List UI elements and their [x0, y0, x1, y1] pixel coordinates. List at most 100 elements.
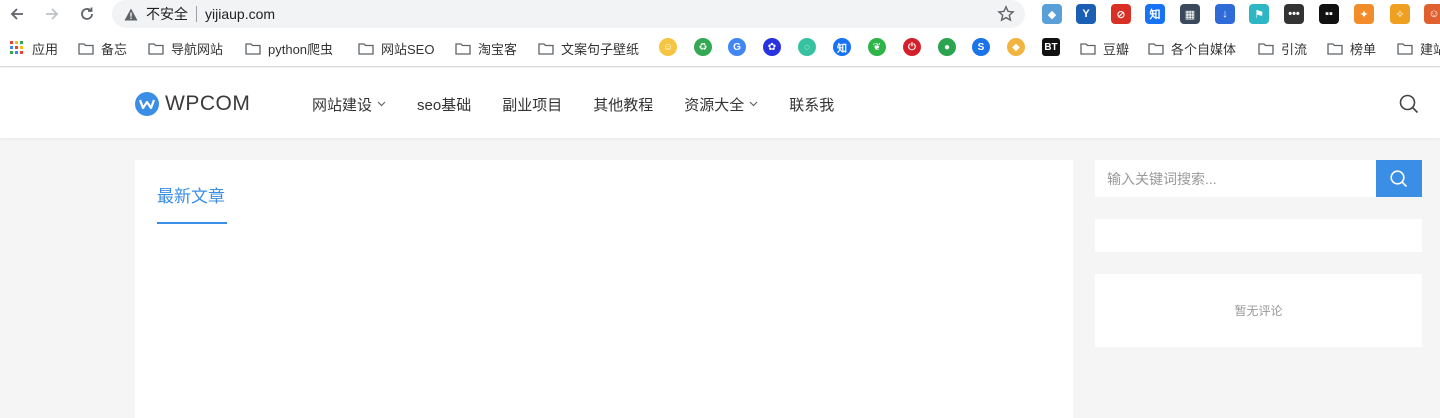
- back-arrow-icon: [10, 8, 23, 20]
- diamond-extension-icon[interactable]: ◆: [1042, 4, 1062, 24]
- tab-extension-icon[interactable]: ▪▪: [1319, 4, 1339, 24]
- bookmark-label: 各个自媒体: [1171, 41, 1237, 57]
- bookmark-folder-seo[interactable]: 网站SEO: [358, 38, 434, 58]
- folder-icon: [358, 41, 374, 55]
- menu-item-other-tutorials[interactable]: 其他教程: [593, 94, 653, 115]
- folder-icon: [1397, 41, 1413, 55]
- bookmark-folder-nav-sites[interactable]: 导航网站: [148, 38, 223, 58]
- bookmarks-bar: 应用 备忘 导航网站 python爬虫 网站SEO 淘宝客 文案句子壁纸 ☺ ♻ G…: [0, 29, 1440, 67]
- back-button[interactable]: [4, 2, 30, 26]
- menu-item-seo-basics[interactable]: seo基础: [417, 94, 471, 115]
- menu-item-side-projects[interactable]: 副业项目: [502, 94, 562, 115]
- download-extension-icon[interactable]: ↓: [1215, 4, 1235, 24]
- google-bookmark-icon[interactable]: G: [728, 38, 746, 56]
- sparkle-extension-icon[interactable]: ✧: [1390, 4, 1410, 24]
- bookmark-folder-rankings[interactable]: 榜单: [1327, 38, 1376, 58]
- menu-item-label: 联系我: [789, 96, 835, 114]
- reload-button[interactable]: [74, 2, 100, 26]
- folder-icon: [538, 41, 554, 55]
- leaf-bookmark-icon[interactable]: ❦: [868, 38, 886, 56]
- menu-item-label: 其他教程: [593, 96, 654, 114]
- bookmark-folder-wallpaper[interactable]: 文案句子壁纸: [538, 38, 639, 58]
- search-icon: [1390, 169, 1408, 187]
- loading-bookmark-icon[interactable]: ◌: [798, 38, 816, 56]
- zhihu-extension-icon[interactable]: 知: [1145, 4, 1165, 24]
- forward-arrow-icon: [46, 8, 59, 20]
- bookmark-folder-taobaoke[interactable]: 淘宝客: [455, 38, 517, 58]
- latest-articles-panel: 最新文章: [135, 160, 1073, 418]
- sidebar-widget-empty: [1095, 219, 1422, 252]
- chat-bookmark-icon[interactable]: ●: [938, 38, 956, 56]
- y-extension-icon[interactable]: Y: [1076, 4, 1096, 24]
- menu-item-resources[interactable]: 资源大全: [684, 94, 758, 115]
- warning-icon[interactable]: [124, 7, 138, 21]
- security-label[interactable]: 不安全: [146, 4, 188, 24]
- browser-toolbar: 不安全 yijiaup.com ◆ Y ⊘ 知 ▦ ↓ ⚑ ••• ▪▪ ✦ ✧ ☺: [0, 0, 1440, 29]
- folder-icon: [245, 41, 261, 55]
- menu-item-label: seo基础: [417, 96, 472, 114]
- folder-icon: [78, 41, 94, 55]
- no-comments-text: 暂无评论: [1234, 304, 1283, 318]
- menu-item-contact[interactable]: 联系我: [789, 94, 834, 115]
- site-logo[interactable]: WPCOM: [135, 92, 250, 116]
- menu-item-label: 网站建设: [312, 96, 373, 114]
- bookmark-label: 文案句子壁纸: [561, 41, 640, 57]
- search-input[interactable]: [1095, 160, 1376, 197]
- site-header: WPCOM 网站建设 seo基础 副业项目 其他教程 资源大全 联系我: [0, 68, 1440, 138]
- bookmark-label: 网站SEO: [381, 41, 435, 57]
- menu-item-website-building[interactable]: 网站建设: [312, 94, 386, 115]
- sidebar-search-widget: [1095, 160, 1422, 197]
- bookmark-star-icon[interactable]: [997, 5, 1015, 23]
- section-title-latest-articles[interactable]: 最新文章: [157, 182, 225, 207]
- header-search-button[interactable]: [1398, 93, 1420, 115]
- folder-icon: [1148, 41, 1164, 55]
- bookmark-folder-media[interactable]: 各个自媒体: [1148, 38, 1236, 58]
- bt-bookmark-icon[interactable]: BT: [1042, 38, 1060, 56]
- forward-button[interactable]: [39, 2, 65, 26]
- bookmark-label: 应用: [32, 41, 59, 57]
- dots-extension-icon[interactable]: •••: [1284, 4, 1304, 24]
- power-bookmark-icon[interactable]: ⏻: [903, 38, 921, 56]
- folder-icon: [455, 41, 471, 55]
- logo-mark-icon: [135, 92, 159, 116]
- bookmark-apps[interactable]: 应用: [9, 38, 58, 58]
- url-text[interactable]: yijiaup.com: [205, 6, 275, 22]
- chevron-down-icon: [377, 100, 386, 109]
- bookmark-label: 榜单: [1350, 41, 1377, 57]
- logo-text: WPCOM: [165, 92, 251, 115]
- folder-icon: [1327, 41, 1343, 55]
- stop-extension-icon[interactable]: ⊘: [1111, 4, 1131, 24]
- search-icon: [1399, 94, 1419, 114]
- bookmark-label: 引流: [1281, 41, 1308, 57]
- fox-extension-icon[interactable]: ✦: [1354, 4, 1374, 24]
- search-submit-button[interactable]: [1376, 160, 1422, 197]
- bookmark-folder-douban[interactable]: 豆瓣: [1080, 38, 1129, 58]
- s-bookmark-icon[interactable]: S: [972, 38, 990, 56]
- bookmark-label: 豆瓣: [1103, 41, 1130, 57]
- bookmark-label: 建站: [1420, 41, 1440, 57]
- address-bar[interactable]: 不安全 yijiaup.com: [112, 0, 1025, 28]
- menu-item-label: 资源大全: [684, 96, 745, 114]
- bookmark-folder-python[interactable]: python爬虫: [245, 38, 333, 58]
- avatar-extension-icon[interactable]: ☺: [1424, 4, 1440, 24]
- cube-bookmark-icon[interactable]: ◆: [1007, 38, 1025, 56]
- main-menu: 网站建设 seo基础 副业项目 其他教程 资源大全 联系我: [312, 92, 865, 116]
- bookmark-folder-traffic[interactable]: 引流: [1258, 38, 1307, 58]
- bookmark-label: 淘宝客: [478, 41, 518, 57]
- folder-icon: [1258, 41, 1274, 55]
- baidu-bookmark-icon[interactable]: ✿: [763, 38, 781, 56]
- recycle-bookmark-icon[interactable]: ♻: [694, 38, 712, 56]
- flag-extension-icon[interactable]: ⚑: [1249, 4, 1269, 24]
- menu-item-label: 副业项目: [502, 96, 563, 114]
- reload-icon: [81, 7, 93, 20]
- bookmark-folder-site-building[interactable]: 建站: [1397, 38, 1440, 58]
- apps-grid-icon: [9, 41, 25, 55]
- grid-extension-icon[interactable]: ▦: [1180, 4, 1200, 24]
- bookmark-folder-memo[interactable]: 备忘: [78, 38, 127, 58]
- bookmark-label: 导航网站: [171, 41, 224, 57]
- recent-comments-widget: 暂无评论: [1095, 274, 1422, 347]
- bookmark-label: 备忘: [101, 41, 128, 57]
- emoji-bookmark-icon[interactable]: ☺: [659, 38, 677, 56]
- zhihu-bookmark-icon[interactable]: 知: [833, 38, 851, 56]
- section-title-underline: [157, 222, 227, 224]
